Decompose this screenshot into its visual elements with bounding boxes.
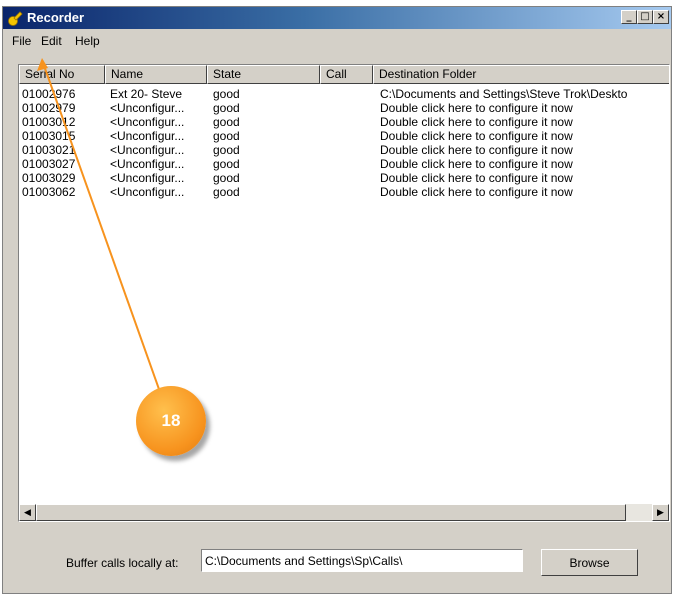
close-button[interactable]: × [653,10,669,24]
title-bar[interactable]: Recorder _ □ × [3,7,671,29]
menu-file[interactable]: File [12,34,31,48]
menu-edit[interactable]: Edit [41,34,62,48]
table-row[interactable]: 01003021 <Unconfigur... good Double click h… [19,143,669,157]
column-call[interactable]: Call [320,65,373,84]
cell-name: <Unconfigur... [110,129,185,143]
cell-state: good [213,115,240,129]
minimize-button[interactable]: _ [621,10,637,24]
cell-name: Ext 20- Steve [110,87,183,101]
cell-serial: 01003012 [22,115,76,129]
cell-state: good [213,101,240,115]
table-row[interactable]: 01003062 <Unconfigur... good Double click h… [19,185,669,199]
cell-destination: Double click here to configure it now [380,115,573,129]
table-row[interactable]: 01002979 <Unconfigur... good Double click h… [19,101,669,115]
table-row[interactable]: 01003015 <Unconfigur... good Double click h… [19,129,669,143]
buffer-path-input[interactable] [201,549,523,572]
scrollbar-thumb[interactable] [36,504,626,521]
cell-serial: 01003015 [22,129,76,143]
window-title: Recorder [27,10,85,25]
scroll-left-icon[interactable]: ◀ [19,504,36,521]
list-header: Serial No Name State Call Destination Fo… [19,65,669,85]
buffer-calls-label: Buffer calls locally at: [66,556,179,570]
table-row[interactable]: 01002976 Ext 20- Steve good C:\Documents an… [19,87,669,101]
column-destination-folder[interactable]: Destination Folder [373,65,669,84]
table-row[interactable]: 01003012 <Unconfigur... good Double click h… [19,115,669,129]
cell-destination: Double click here to configure it now [380,101,573,115]
cell-name: <Unconfigur... [110,157,185,171]
browse-button[interactable]: Browse [541,549,638,576]
maximize-button[interactable]: □ [637,10,653,24]
cell-name: <Unconfigur... [110,101,185,115]
cell-state: good [213,143,240,157]
scroll-right-icon[interactable]: ▶ [652,504,669,521]
column-name[interactable]: Name [105,65,207,84]
recorder-list[interactable]: Serial No Name State Call Destination Fo… [18,64,670,522]
cell-state: good [213,185,240,199]
cell-destination: C:\Documents and Settings\Steve Trok\Des… [380,87,628,101]
cell-name: <Unconfigur... [110,115,185,129]
recorder-app-icon [7,10,23,26]
cell-serial: 01003021 [22,143,76,157]
cell-state: good [213,171,240,185]
cell-name: <Unconfigur... [110,171,185,185]
cell-serial: 01002979 [22,101,76,115]
cell-destination: Double click here to configure it now [380,171,573,185]
cell-serial: 01002976 [22,87,76,101]
cell-destination: Double click here to configure it now [380,143,573,157]
cell-state: good [213,157,240,171]
cell-state: good [213,87,240,101]
cell-destination: Double click here to configure it now [380,157,573,171]
cell-name: <Unconfigur... [110,143,185,157]
cell-destination: Double click here to configure it now [380,129,573,143]
cell-serial: 01003062 [22,185,76,199]
menu-bar: File Edit Help [3,30,671,50]
step-callout-badge: 18 [136,386,206,456]
column-serial-no[interactable]: Serial No [19,65,105,84]
cell-state: good [213,129,240,143]
table-row[interactable]: 01003029 <Unconfigur... good Double click h… [19,171,669,185]
cell-serial: 01003029 [22,171,76,185]
cell-serial: 01003027 [22,157,76,171]
column-state[interactable]: State [207,65,320,84]
table-row[interactable]: 01003027 <Unconfigur... good Double click h… [19,157,669,171]
cell-name: <Unconfigur... [110,185,185,199]
menu-help[interactable]: Help [75,34,100,48]
cell-destination: Double click here to configure it now [380,185,573,199]
horizontal-scrollbar[interactable]: ◀ ▶ [19,504,669,521]
